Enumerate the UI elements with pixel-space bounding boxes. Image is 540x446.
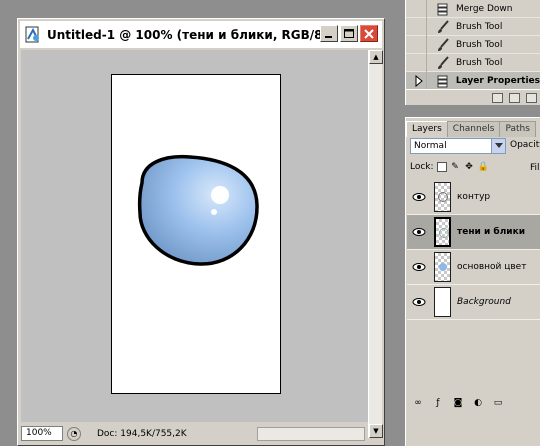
status-menu-icon[interactable]: ◔	[67, 426, 81, 441]
adjustment-layer-icon[interactable]: ◐	[472, 397, 484, 409]
brush-icon	[435, 19, 451, 35]
layers-footer: ∞ ƒ ◙ ◐ ▭	[406, 395, 540, 411]
tab-layers[interactable]: Layers	[406, 121, 448, 137]
layer-icon	[435, 73, 451, 89]
doc-size-info: Doc: 194,5K/755,2K	[97, 428, 187, 439]
history-item-selected[interactable]: Layer Properties	[406, 71, 540, 90]
layer-name: контур	[457, 192, 491, 202]
history-item-label: Layer Properties	[455, 75, 540, 86]
scroll-up-arrow-icon[interactable]: ▲	[369, 50, 383, 64]
minimize-button[interactable]	[320, 25, 338, 42]
zoom-field[interactable]: 100%	[21, 426, 63, 441]
document-canvas[interactable]	[111, 74, 281, 394]
history-brush-source[interactable]	[411, 53, 427, 72]
history-footer	[406, 89, 540, 105]
fill-label: Fill	[530, 163, 540, 173]
new-group-icon[interactable]: ▭	[492, 397, 504, 409]
layers-panel: Layers Channels Paths Normal Opacity Loc…	[405, 117, 540, 446]
history-item-label: Brush Tool	[456, 57, 503, 68]
blend-mode-value: Normal	[414, 141, 447, 151]
layer-thumbnail	[434, 182, 451, 212]
history-brush-source[interactable]	[411, 71, 427, 90]
tab-paths[interactable]: Paths	[499, 121, 536, 137]
layer-name: Background	[457, 297, 511, 307]
lock-position-icon[interactable]: ✥	[464, 162, 475, 172]
history-item[interactable]: Brush Tool	[406, 35, 540, 54]
layer-list: контур тени и блики основной цвет Backgr…	[407, 180, 540, 320]
history-item-label: Merge Down	[456, 3, 513, 14]
canvas-area[interactable]	[21, 50, 370, 422]
document-window: Untitled-1 @ 100% (тени и блики, RGB/8)	[17, 18, 385, 446]
maximize-icon	[344, 28, 354, 38]
layer-thumbnail	[434, 287, 451, 317]
layer-name: основной цвет	[457, 262, 527, 272]
history-brush-source[interactable]	[411, 17, 427, 36]
layer-row[interactable]: основной цвет	[407, 250, 540, 285]
layer-row-selected[interactable]: тени и блики	[407, 215, 540, 250]
history-item-label: Brush Tool	[456, 21, 503, 32]
minimize-icon	[325, 35, 332, 38]
history-item[interactable]: Merge Down	[406, 0, 540, 18]
lock-row: Lock: ✎ ✥ 🔒	[410, 162, 489, 172]
close-button[interactable]	[360, 25, 378, 42]
layer-style-icon[interactable]: ƒ	[432, 397, 444, 409]
horizontal-scrollbar[interactable]	[257, 427, 365, 441]
layer-icon	[435, 1, 451, 17]
tab-channels[interactable]: Channels	[446, 121, 501, 137]
status-bar: 100% ◔ Doc: 194,5K/755,2K	[21, 425, 381, 442]
close-icon	[364, 28, 374, 39]
layer-name: тени и блики	[457, 227, 526, 237]
brush-icon	[435, 37, 451, 53]
opacity-label: Opacity	[510, 140, 540, 150]
eye-icon[interactable]	[410, 293, 428, 311]
create-snapshot-icon[interactable]	[509, 92, 520, 103]
layer-row[interactable]: контур	[407, 180, 540, 215]
eye-icon[interactable]	[410, 223, 428, 241]
lock-label: Lock:	[410, 162, 434, 172]
history-item-label: Brush Tool	[456, 39, 503, 50]
maximize-button[interactable]	[340, 25, 358, 42]
chevron-down-icon[interactable]	[491, 139, 505, 153]
layer-thumbnail	[434, 252, 451, 282]
panel-tabs: Layers Channels Paths	[406, 121, 536, 137]
document-title: Untitled-1 @ 100% (тени и блики, RGB/8)	[47, 27, 329, 42]
lock-image-icon[interactable]: ✎	[450, 162, 461, 172]
blue-blob-drawing	[137, 154, 259, 266]
eye-icon[interactable]	[410, 188, 428, 206]
link-layers-icon[interactable]: ∞	[412, 397, 424, 409]
vertical-scrollbar[interactable]: ▲ ▼	[368, 50, 383, 438]
history-brush-source[interactable]	[411, 0, 427, 18]
new-document-from-state-icon[interactable]	[492, 92, 503, 103]
blend-mode-select[interactable]: Normal	[410, 138, 506, 154]
history-item[interactable]: Brush Tool	[406, 53, 540, 72]
delete-state-icon[interactable]	[526, 92, 537, 103]
history-brush-source[interactable]	[411, 35, 427, 54]
history-panel: Merge Down Brush Tool Brush Tool Brush T…	[405, 0, 540, 105]
history-item[interactable]: Brush Tool	[406, 17, 540, 36]
layer-thumbnail	[434, 217, 451, 247]
add-mask-icon[interactable]: ◙	[452, 397, 464, 409]
title-bar[interactable]: Untitled-1 @ 100% (тени и блики, RGB/8)	[20, 21, 382, 48]
layer-row[interactable]: Background	[407, 285, 540, 320]
history-state-arrow-icon	[415, 74, 423, 87]
lock-transparency-icon[interactable]	[436, 162, 447, 172]
lock-all-icon[interactable]: 🔒	[478, 162, 489, 172]
brush-icon	[435, 55, 451, 71]
photoshop-document-icon	[25, 26, 39, 42]
eye-icon[interactable]	[410, 258, 428, 276]
